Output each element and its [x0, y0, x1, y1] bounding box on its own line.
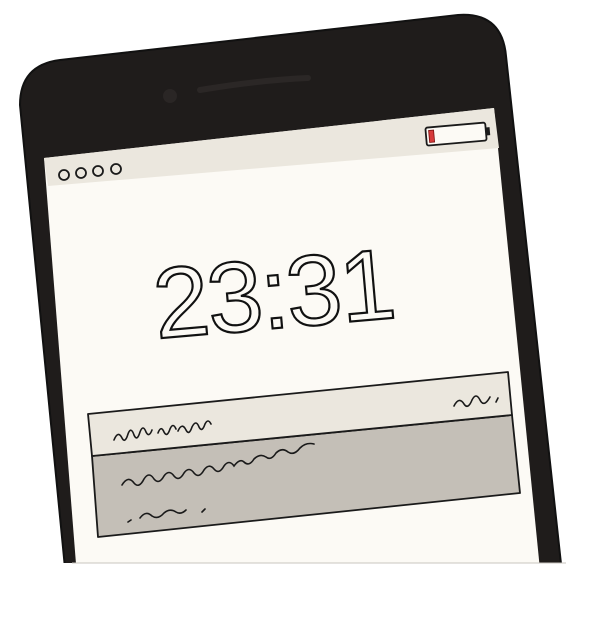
- clock-time: 23:31: [149, 228, 398, 361]
- battery-level-fill: [428, 129, 436, 143]
- front-camera-icon: [163, 89, 177, 103]
- phone-illustration-stage: 23:31: [0, 0, 594, 624]
- screen: [44, 108, 540, 563]
- phone-illustration: 23:31: [18, 13, 566, 564]
- phone-device: 23:31: [18, 13, 562, 563]
